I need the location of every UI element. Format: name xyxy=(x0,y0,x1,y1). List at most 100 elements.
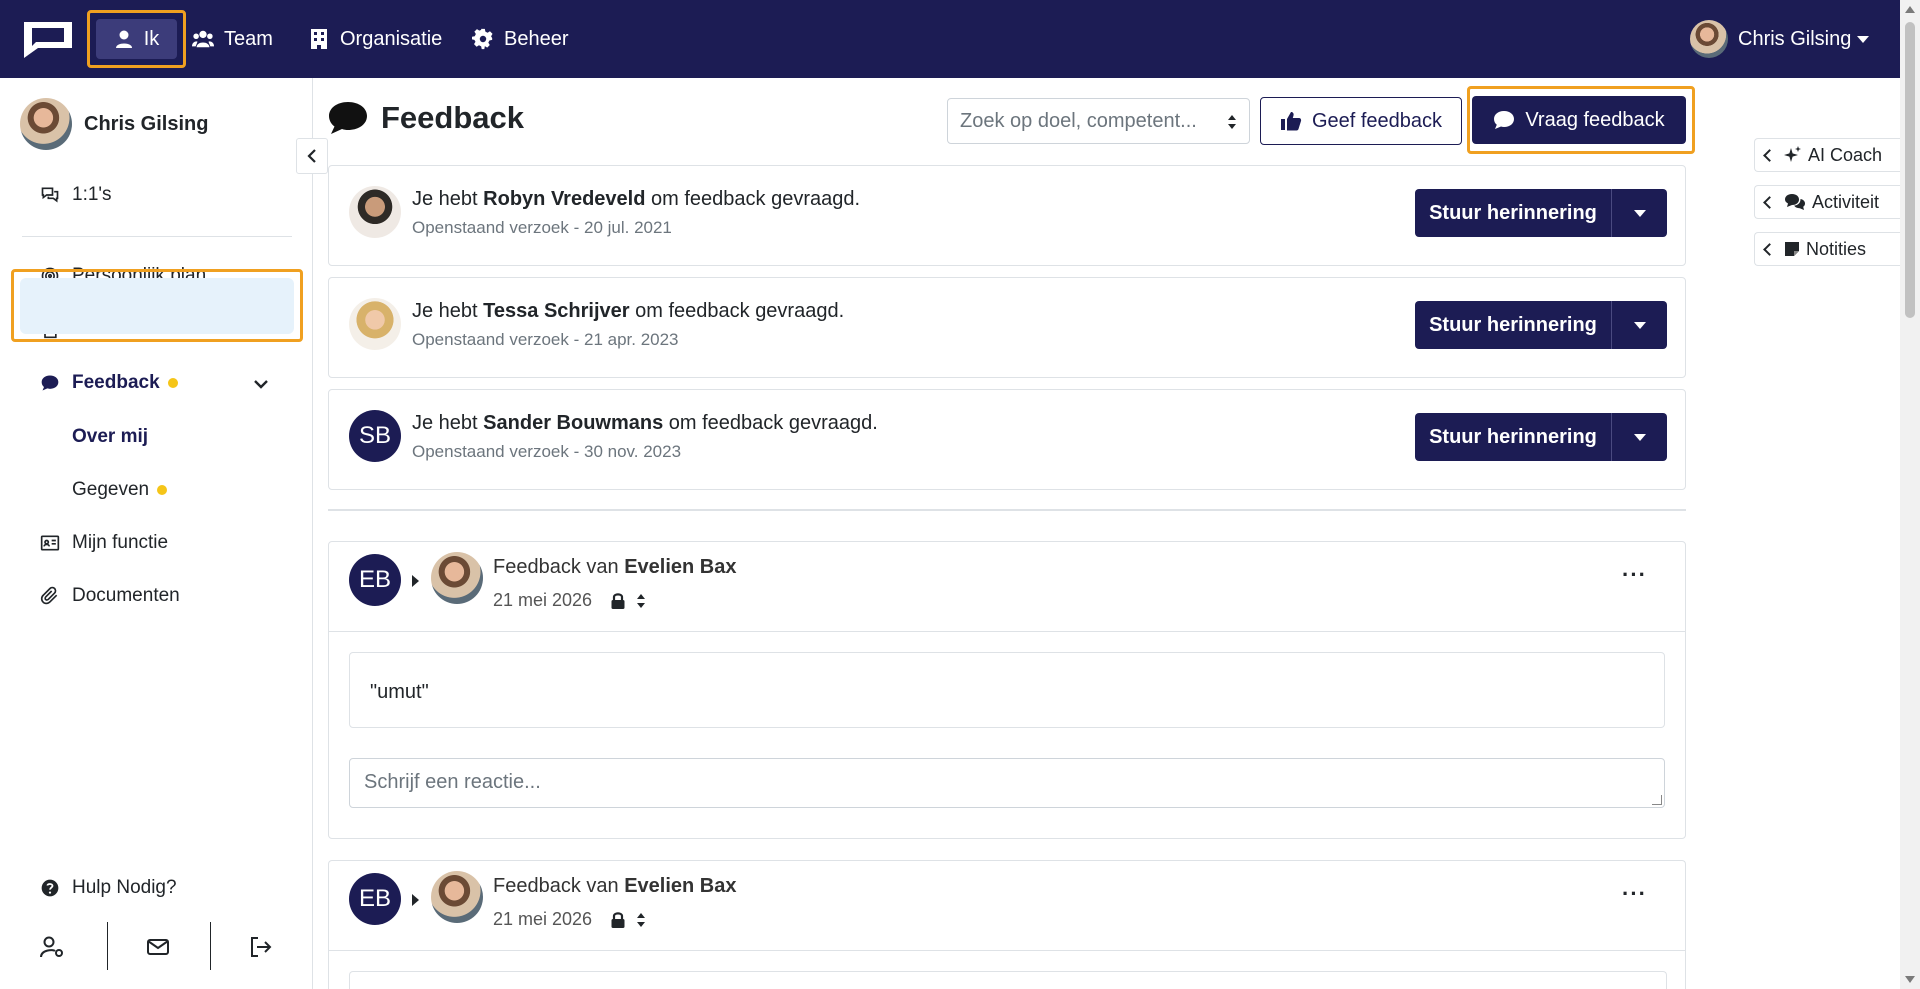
user-menu[interactable]: Chris Gilsing xyxy=(1690,16,1870,62)
nav-tab-organisatie[interactable]: Organisatie xyxy=(308,0,442,78)
arrow-right-icon xyxy=(412,575,419,587)
feedback-card-body: "umut" Schrijf een reactie... xyxy=(329,632,1685,828)
sidebar-user[interactable]: Chris Gilsing xyxy=(20,98,208,150)
caret-down-icon xyxy=(1633,321,1646,329)
sidebar-item-label: Gegeven xyxy=(72,479,150,500)
lock-icon[interactable] xyxy=(610,911,626,929)
requestee-avatar xyxy=(349,298,401,350)
top-navbar: Ik Team Organisatie Beheer Chris Gilsing xyxy=(0,0,1900,78)
nav-tab-ik[interactable]: Ik xyxy=(96,19,177,59)
sidebar-collapse-button[interactable] xyxy=(296,138,328,174)
request-text: Je hebt Robyn Vredeveld om feedback gevr… xyxy=(412,188,861,210)
gear-icon xyxy=(472,28,493,50)
help-link[interactable]: Hulp Nodig? xyxy=(40,877,177,899)
sidebar-item-feedback[interactable]: Feedback xyxy=(40,372,178,394)
logout-button[interactable] xyxy=(209,922,313,972)
reminder-button-group: Stuur herinnering xyxy=(1415,413,1667,461)
chevron-left-icon xyxy=(307,149,316,163)
help-label: Hulp Nodig? xyxy=(72,877,177,898)
give-feedback-button[interactable]: Geef feedback xyxy=(1260,97,1462,145)
scroll-up-arrow-icon[interactable] xyxy=(1905,6,1915,13)
recipient-avatar xyxy=(431,871,483,923)
notification-dot xyxy=(157,485,168,495)
chevron-left-icon xyxy=(1763,195,1776,209)
more-options-icon[interactable]: ··· xyxy=(1622,562,1647,588)
sidebar-item-mijn-functie[interactable]: Mijn functie xyxy=(40,532,168,554)
lock-icon[interactable] xyxy=(610,592,626,610)
speech-bubble-icon xyxy=(329,102,367,134)
resize-handle[interactable] xyxy=(1652,795,1662,805)
feedback-date: 21 mei 2026 xyxy=(493,590,593,610)
page-scrollbar[interactable] xyxy=(1900,0,1920,989)
feedback-meta: 21 mei 2026 xyxy=(493,909,646,930)
app-logo-icon[interactable] xyxy=(18,18,76,60)
sidebar-item-label: Mijn functie xyxy=(72,532,169,553)
send-reminder-button[interactable]: Stuur herinnering xyxy=(1415,189,1611,237)
speech-bubble-icon xyxy=(1494,111,1515,129)
sidebar-item-label: 1:1's xyxy=(72,184,112,205)
request-status: Openstaand verzoek - 30 nov. 2023 xyxy=(412,442,682,461)
reminder-dropdown-toggle[interactable] xyxy=(1611,413,1667,461)
chat-bubbles-icon xyxy=(41,187,59,203)
sidebar-item-documenten[interactable]: Documenten xyxy=(40,585,180,607)
sidebar-subitem-gegeven[interactable]: Gegeven xyxy=(72,479,168,501)
sender-name: Evelien Bax xyxy=(624,875,737,897)
search-select[interactable]: Zoek op doel, competent... xyxy=(947,98,1250,144)
sidebar-subitem-over-mij[interactable]: Over mij xyxy=(72,426,148,448)
reminder-dropdown-toggle[interactable] xyxy=(1611,189,1667,237)
caret-down-icon xyxy=(1633,209,1646,217)
ask-feedback-button[interactable]: Vraag feedback xyxy=(1472,96,1686,144)
feedback-request-card: Je hebt Tessa Schrijver om feedback gevr… xyxy=(328,277,1686,378)
question-circle-icon xyxy=(41,879,59,897)
recipient-avatar xyxy=(431,552,483,604)
sort-icon[interactable] xyxy=(636,593,646,609)
nav-tab-beheer[interactable]: Beheer xyxy=(472,0,569,78)
reminder-dropdown-toggle[interactable] xyxy=(1611,301,1667,349)
activity-tab[interactable]: Activiteit xyxy=(1754,185,1900,219)
section-divider xyxy=(328,509,1686,511)
reminder-button-group: Stuur herinnering xyxy=(1415,189,1667,237)
scrollbar-thumb[interactable] xyxy=(1905,22,1915,318)
feedback-message xyxy=(349,971,1667,989)
id-card-icon xyxy=(40,535,60,551)
sort-icon[interactable] xyxy=(636,912,646,928)
feedback-request-card: Je hebt Robyn Vredeveld om feedback gevr… xyxy=(328,165,1686,266)
more-options-icon[interactable]: ··· xyxy=(1622,881,1647,907)
chevron-left-icon xyxy=(1763,148,1776,162)
sidebar-item-1on1[interactable]: 1:1's xyxy=(40,184,112,206)
notes-tab[interactable]: Notities xyxy=(1754,232,1900,266)
send-reminder-button[interactable]: Stuur herinnering xyxy=(1415,301,1611,349)
sticky-note-icon xyxy=(1785,242,1799,256)
caret-down-icon xyxy=(1633,433,1646,441)
notification-dot xyxy=(167,378,178,388)
chevron-down-icon[interactable] xyxy=(253,378,269,390)
send-reminder-button[interactable]: Stuur herinnering xyxy=(1415,413,1611,461)
request-status: Openstaand verzoek - 21 apr. 2023 xyxy=(412,330,679,349)
request-status: Openstaand verzoek - 20 jul. 2021 xyxy=(412,218,672,237)
sender-name: Evelien Bax xyxy=(624,556,737,578)
messages-button[interactable] xyxy=(106,922,210,972)
requestee-name: Robyn Vredeveld xyxy=(483,188,646,210)
feedback-card-header: EB Feedback van Evelien Bax 21 mei 2026 … xyxy=(329,542,1685,632)
sidebar-user-avatar xyxy=(20,98,72,150)
chevron-left-icon xyxy=(1763,242,1776,256)
requestee-avatar xyxy=(349,186,401,238)
scroll-down-arrow-icon[interactable] xyxy=(1905,976,1915,983)
user-icon xyxy=(115,30,132,48)
feedback-card: EB Feedback van Evelien Bax 21 mei 2026 … xyxy=(328,541,1686,839)
reply-textarea[interactable]: Schrijf een reactie... xyxy=(349,758,1665,808)
nav-tab-beheer-label: Beheer xyxy=(504,27,569,50)
activity-label: Activiteit xyxy=(1812,191,1880,212)
nav-tab-team[interactable]: Team xyxy=(192,0,273,78)
page-title: Feedback xyxy=(327,99,524,137)
sidebar-item-label: Over mij xyxy=(72,426,149,447)
speech-bubble-icon xyxy=(41,375,59,391)
notes-label: Notities xyxy=(1806,238,1867,259)
feedback-card-header: EB Feedback van Evelien Bax 21 mei 2026 … xyxy=(329,861,1685,951)
ai-coach-label: AI Coach xyxy=(1808,144,1883,165)
feedback-title: Feedback van Evelien Bax xyxy=(493,556,737,578)
sender-initials-avatar: EB xyxy=(349,873,401,925)
ai-coach-tab[interactable]: AI Coach xyxy=(1754,138,1900,172)
user-settings-button[interactable] xyxy=(0,922,104,972)
sidebar-item-feedback-active[interactable] xyxy=(20,278,294,334)
